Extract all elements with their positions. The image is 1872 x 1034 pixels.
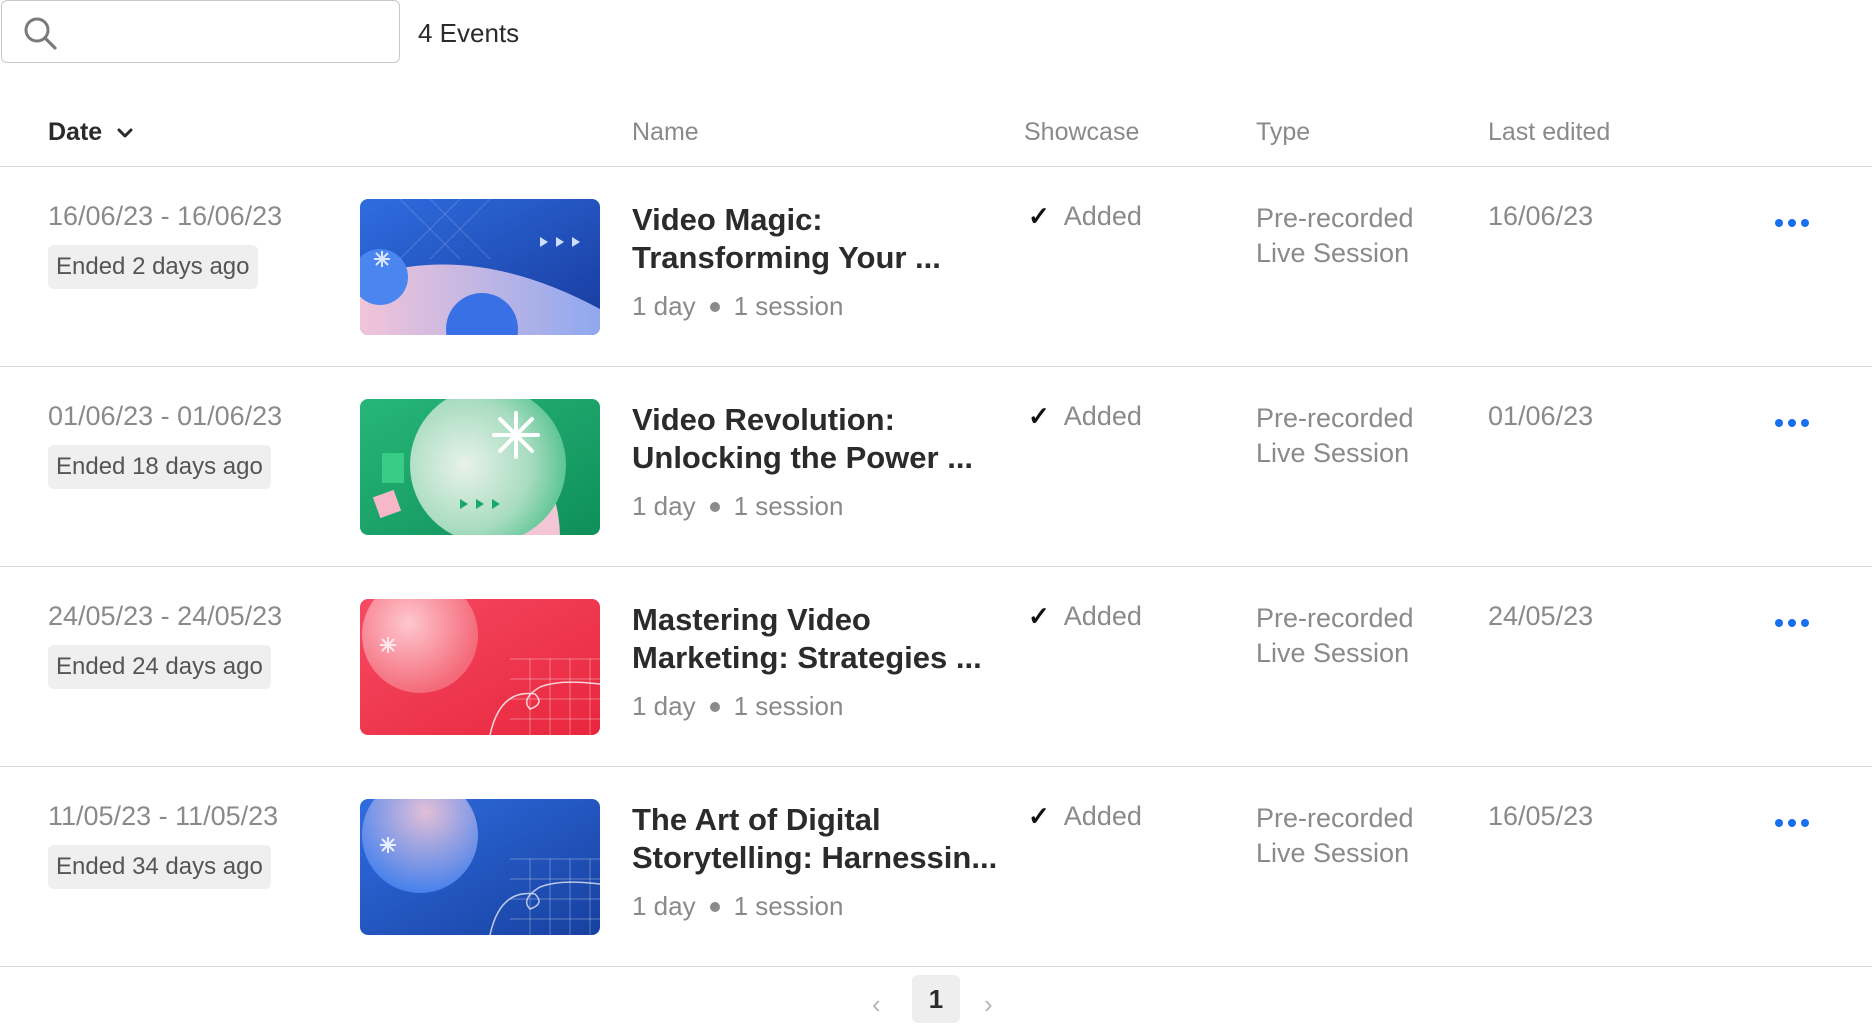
check-icon: ✓ xyxy=(1028,201,1050,231)
chevron-left-icon[interactable]: ‹ xyxy=(872,989,881,1020)
event-days: 1 day xyxy=(632,291,696,321)
event-thumbnail[interactable] xyxy=(360,399,600,535)
event-type-line: Live Session xyxy=(1256,638,1410,668)
column-header-date[interactable]: Date xyxy=(48,118,134,147)
event-days: 1 day xyxy=(632,491,696,521)
event-title[interactable]: Video Revolution: Unlocking the Power ..… xyxy=(632,401,1002,477)
column-header-showcase[interactable]: Showcase xyxy=(1024,118,1139,147)
event-type-line: Live Session xyxy=(1256,238,1410,268)
event-title-line: Storytelling: Harnessin... xyxy=(632,840,998,875)
showcase-status: ✓ Added xyxy=(1028,201,1142,232)
event-days: 1 day xyxy=(632,891,696,921)
showcase-label: Added xyxy=(1063,201,1142,231)
column-header-name[interactable]: Name xyxy=(632,118,699,147)
event-sessions: 1 session xyxy=(733,291,844,321)
event-date-range: 11/05/23 - 11/05/23 xyxy=(48,801,279,831)
status-badge: Ended 2 days ago xyxy=(48,245,258,289)
more-options-icon[interactable] xyxy=(1772,411,1812,435)
separator-dot xyxy=(709,701,720,712)
event-type: Pre-recorded Live Session xyxy=(1256,801,1414,871)
check-icon: ✓ xyxy=(1028,601,1050,631)
event-date-range: 24/05/23 - 24/05/23 xyxy=(48,601,283,631)
check-icon: ✓ xyxy=(1028,401,1050,431)
event-meta: 1 day 1 session xyxy=(632,491,843,522)
search-icon xyxy=(24,17,57,50)
event-title[interactable]: Video Magic: Transforming Your ... xyxy=(632,201,1002,277)
check-icon: ✓ xyxy=(1028,801,1050,831)
event-title-line: Video Magic: xyxy=(632,202,823,237)
status-badge: Ended 24 days ago xyxy=(48,645,271,689)
chevron-right-icon[interactable]: › xyxy=(984,989,993,1020)
event-type: Pre-recorded Live Session xyxy=(1256,601,1414,671)
table-row[interactable]: 16/06/23 - 16/06/23 Ended 2 days ago Vid… xyxy=(0,167,1872,367)
event-sessions: 1 session xyxy=(733,891,844,921)
status-badge: Ended 34 days ago xyxy=(48,845,271,889)
event-title[interactable]: The Art of Digital Storytelling: Harness… xyxy=(632,801,1002,877)
event-meta: 1 day 1 session xyxy=(632,891,843,922)
event-title-line: Video Revolution: xyxy=(632,402,895,437)
column-header-last-edited[interactable]: Last edited xyxy=(1488,118,1610,147)
last-edited-date: 16/05/23 xyxy=(1488,801,1594,831)
events-count: 4 Events xyxy=(418,18,520,48)
event-thumbnail[interactable] xyxy=(360,599,600,735)
column-header-type[interactable]: Type xyxy=(1256,118,1310,147)
event-days: 1 day xyxy=(632,691,696,721)
last-edited-date: 01/06/23 xyxy=(1488,401,1594,431)
event-meta: 1 day 1 session xyxy=(632,691,843,722)
event-type-line: Pre-recorded xyxy=(1256,203,1414,233)
event-sessions: 1 session xyxy=(733,491,844,521)
event-title-line: Marketing: Strategies ... xyxy=(632,640,982,675)
table-row[interactable]: 01/06/23 - 01/06/23 Ended 18 days ago Vi… xyxy=(0,367,1872,567)
event-type-line: Live Session xyxy=(1256,838,1410,868)
showcase-label: Added xyxy=(1063,401,1142,431)
table-row[interactable]: 11/05/23 - 11/05/23 Ended 34 days ago Th… xyxy=(0,767,1872,967)
column-header-date-label: Date xyxy=(48,118,103,146)
separator-dot xyxy=(709,301,720,312)
more-options-icon[interactable] xyxy=(1772,611,1812,635)
event-date-range: 01/06/23 - 01/06/23 xyxy=(48,401,283,431)
separator-dot xyxy=(709,901,720,912)
pagination: ‹ 1 › xyxy=(0,975,1872,1025)
last-edited-date: 16/06/23 xyxy=(1488,201,1594,231)
event-date-range: 16/06/23 - 16/06/23 xyxy=(48,201,283,231)
event-type: Pre-recorded Live Session xyxy=(1256,201,1414,271)
search-input[interactable] xyxy=(1,0,400,63)
event-title[interactable]: Mastering Video Marketing: Strategies ..… xyxy=(632,601,1002,677)
event-type-line: Pre-recorded xyxy=(1256,603,1414,633)
event-thumbnail[interactable] xyxy=(360,799,600,935)
event-meta: 1 day 1 session xyxy=(632,291,843,322)
event-type-line: Live Session xyxy=(1256,438,1410,468)
chevron-down-icon xyxy=(117,128,133,137)
separator-dot xyxy=(709,501,720,512)
event-thumbnail[interactable] xyxy=(360,199,600,335)
event-title-line: Unlocking the Power ... xyxy=(632,440,974,475)
page-number-button[interactable]: 1 xyxy=(912,975,960,1023)
more-options-icon[interactable] xyxy=(1772,211,1812,235)
showcase-label: Added xyxy=(1063,801,1142,831)
event-title-line: Transforming Your ... xyxy=(632,240,941,275)
event-sessions: 1 session xyxy=(733,691,844,721)
showcase-status: ✓ Added xyxy=(1028,801,1142,832)
showcase-status: ✓ Added xyxy=(1028,401,1142,432)
showcase-status: ✓ Added xyxy=(1028,601,1142,632)
table-header: Date Name Showcase Type Last edited xyxy=(0,100,1872,167)
event-title-line: Mastering Video xyxy=(632,602,871,637)
table-row[interactable]: 24/05/23 - 24/05/23 Ended 24 days ago Ma… xyxy=(0,567,1872,767)
event-type-line: Pre-recorded xyxy=(1256,403,1414,433)
status-badge: Ended 18 days ago xyxy=(48,445,271,489)
event-type: Pre-recorded Live Session xyxy=(1256,401,1414,471)
more-options-icon[interactable] xyxy=(1772,811,1812,835)
event-type-line: Pre-recorded xyxy=(1256,803,1414,833)
showcase-label: Added xyxy=(1063,601,1142,631)
last-edited-date: 24/05/23 xyxy=(1488,601,1594,631)
event-title-line: The Art of Digital xyxy=(632,802,881,837)
